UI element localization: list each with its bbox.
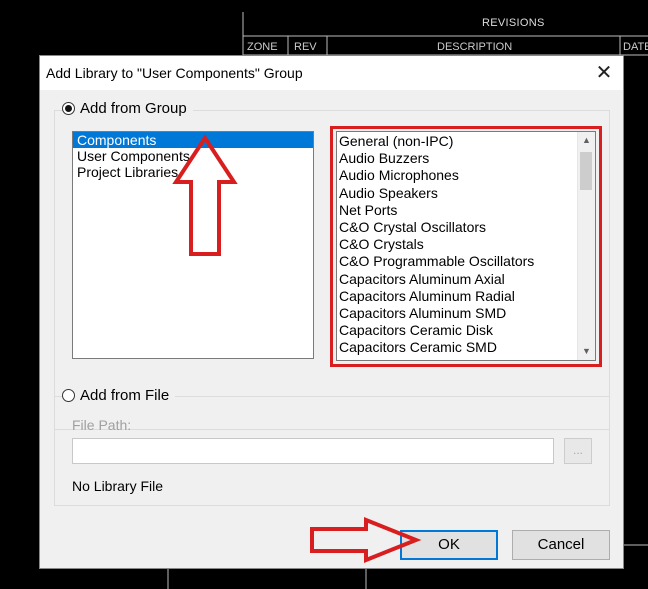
dialog-titlebar[interactable]: Add Library to "User Components" Group ✕ — [40, 56, 623, 90]
library-item[interactable]: Net Ports — [337, 202, 578, 219]
library-item[interactable]: C&O Crystals — [337, 236, 578, 253]
date-column-header: DATE — [623, 41, 648, 53]
browse-button[interactable]: ... — [564, 438, 592, 464]
library-item[interactable]: Audio Speakers — [337, 185, 578, 202]
zone-column-header: ZONE — [247, 41, 278, 53]
library-file-status: No Library File — [72, 478, 164, 494]
library-item[interactable]: Audio Microphones — [337, 167, 578, 184]
add-library-dialog: Add Library to "User Components" Group ✕… — [39, 55, 624, 569]
right-arrow-annotation — [310, 517, 422, 563]
library-item[interactable]: Capacitors Aluminum Radial — [337, 288, 578, 305]
revisions-title: REVISIONS — [482, 17, 545, 29]
library-item[interactable]: General (non-IPC) — [337, 133, 578, 150]
rev-column-header: REV — [294, 41, 317, 53]
library-item[interactable]: C&O Crystal Oscillators — [337, 219, 578, 236]
library-item[interactable]: Capacitors Ceramic SMD — [337, 339, 578, 356]
library-item[interactable]: C&O Programmable Oscillators — [337, 253, 578, 270]
add-from-group-radio[interactable] — [62, 102, 75, 115]
close-icon[interactable]: ✕ — [591, 60, 617, 86]
scroll-up-icon[interactable]: ▲ — [578, 132, 595, 149]
file-path-label: File Path: — [72, 417, 132, 433]
add-from-file-option[interactable]: Add from File — [62, 387, 176, 404]
library-item[interactable]: Capacitors Aluminum SMD — [337, 305, 578, 322]
scroll-thumb[interactable] — [580, 152, 592, 190]
up-arrow-annotation — [172, 134, 238, 256]
dialog-title: Add Library to "User Components" Group — [46, 65, 303, 81]
file-path-input[interactable] — [72, 438, 554, 464]
scroll-down-icon[interactable]: ▼ — [578, 343, 595, 360]
library-item[interactable]: Capacitors Aluminum Axial — [337, 271, 578, 288]
add-from-file-label: Add from File — [80, 387, 170, 404]
library-list[interactable]: General (non-IPC) Audio Buzzers Audio Mi… — [336, 131, 596, 361]
library-item[interactable]: Capacitors Ceramic Disk — [337, 322, 578, 339]
cancel-button[interactable]: Cancel — [512, 530, 610, 560]
add-from-file-radio[interactable] — [62, 389, 75, 402]
library-item[interactable]: Audio Buzzers — [337, 150, 578, 167]
add-from-group-option[interactable]: Add from Group — [62, 100, 193, 117]
description-column-header: DESCRIPTION — [437, 41, 513, 53]
library-list-scrollbar[interactable]: ▲ ▼ — [577, 132, 595, 360]
add-from-group-label: Add from Group — [80, 100, 187, 117]
